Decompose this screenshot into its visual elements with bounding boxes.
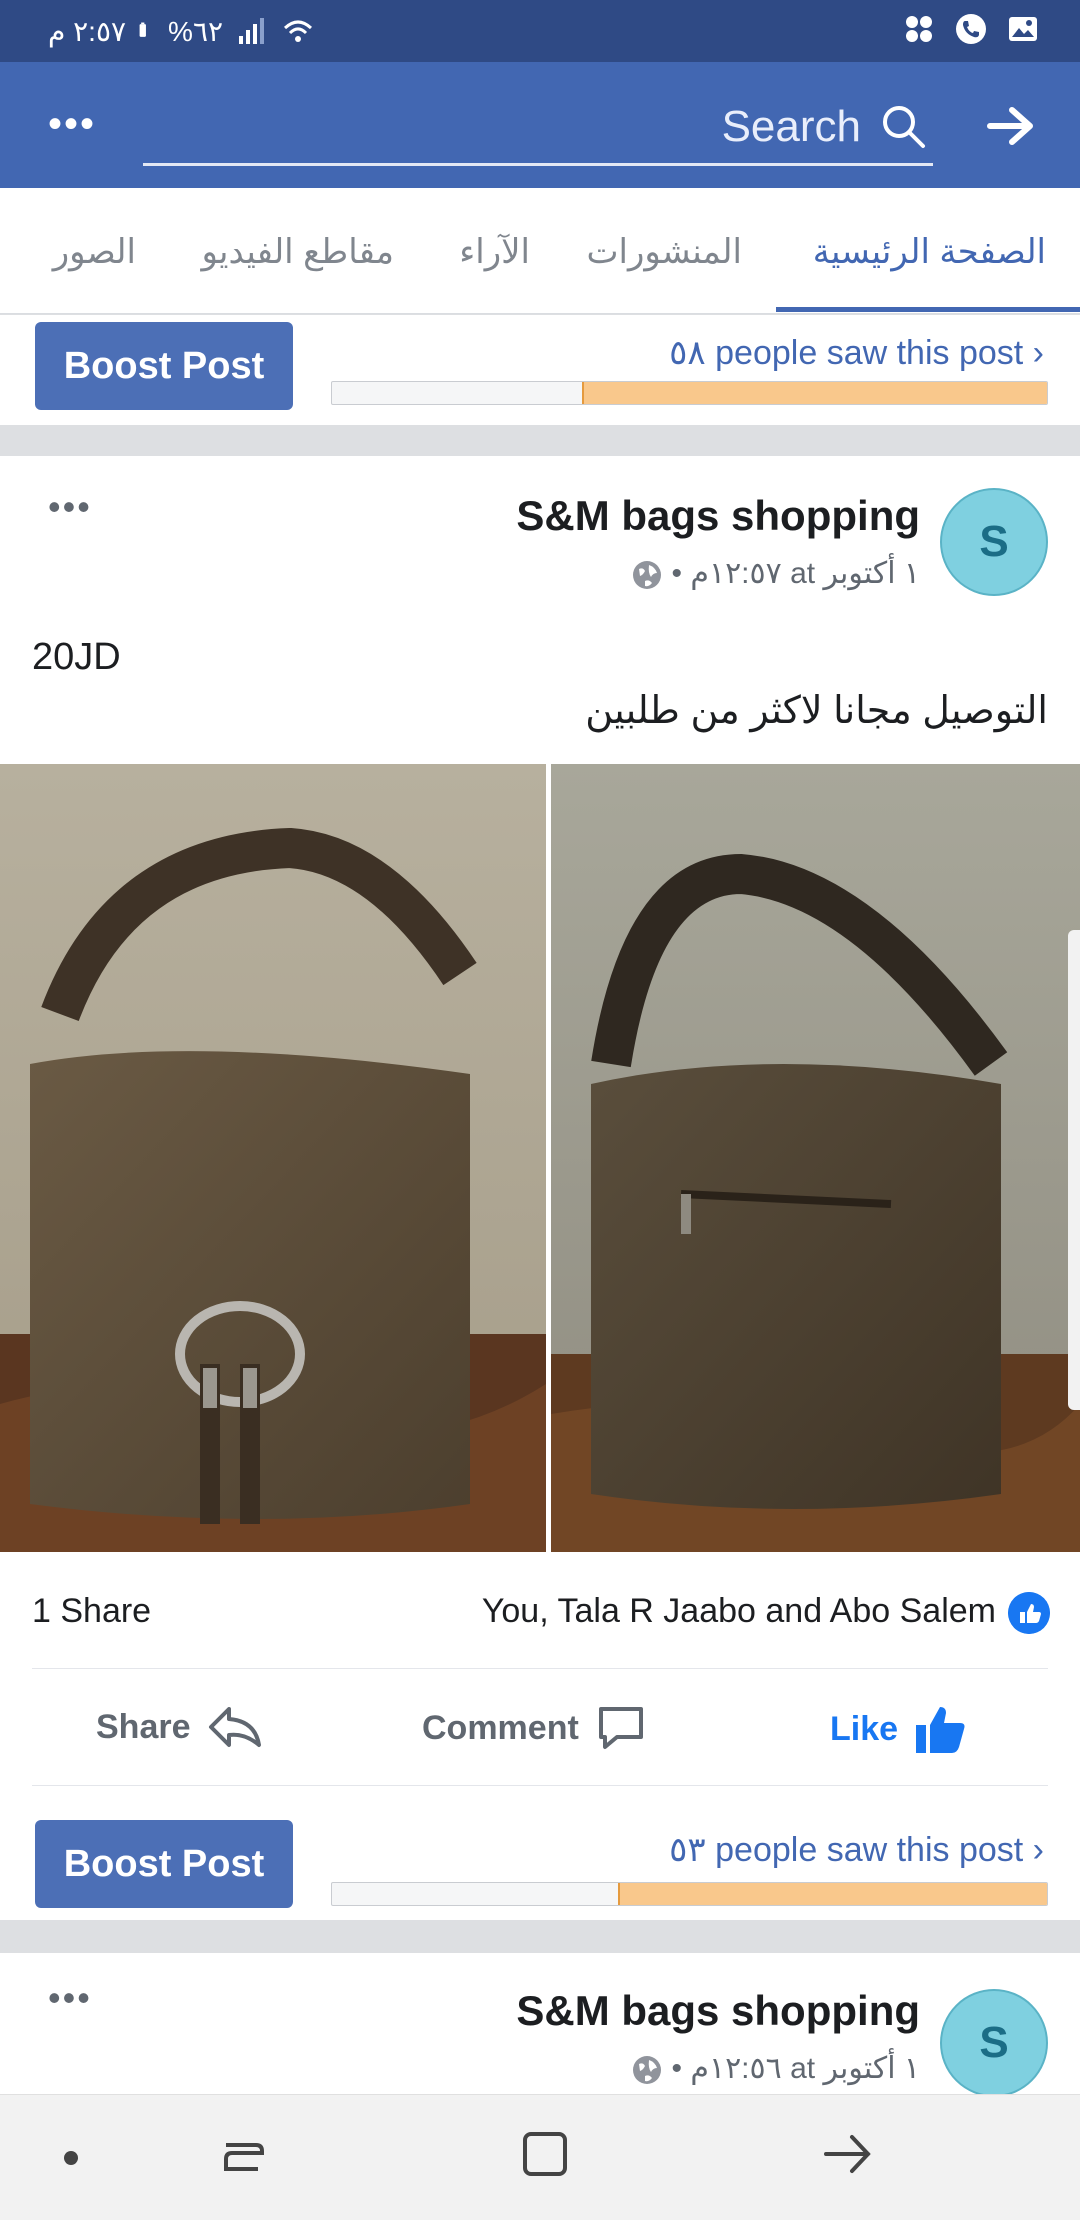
reach-progress-fill xyxy=(618,1883,1047,1905)
active-tab-indicator xyxy=(776,307,1080,312)
post-photos[interactable] xyxy=(0,764,1080,1552)
tab-videos[interactable]: مقاطع الفيديو xyxy=(201,232,394,272)
search-placeholder: Search xyxy=(721,102,861,151)
tab-posts[interactable]: المنشورات xyxy=(587,232,743,272)
status-left: ٢:٥٧ م %٦٢ xyxy=(48,14,315,48)
bag-photo-back[interactable] xyxy=(551,764,1080,1552)
post-text: التوصيل مجانا لاكثر من طلبين xyxy=(585,690,1048,732)
boost-bar-top: Boost Post ٥٨ people saw this post › xyxy=(0,315,1080,425)
apps-icon xyxy=(906,16,932,42)
boost-bar-bottom: Boost Post ٥٣ people saw this post › xyxy=(0,1790,1080,1920)
globe-icon xyxy=(633,2056,662,2085)
wifi-4g-icon xyxy=(283,20,313,42)
likes-summary[interactable]: You, Tala R Jaabo and Abo Salem xyxy=(482,1592,996,1631)
bag-photo-front[interactable] xyxy=(0,764,546,1552)
reach-progress-bar xyxy=(331,1882,1048,1906)
battery-icon xyxy=(139,22,146,37)
share-label: Share xyxy=(96,1707,191,1746)
globe-icon xyxy=(633,561,662,590)
share-button[interactable]: Share xyxy=(96,1703,263,1751)
post-options-button[interactable]: ••• xyxy=(48,486,92,528)
like-button[interactable]: Like xyxy=(830,1703,968,1755)
post-stats: 1 Share You, Tala R Jaabo and Abo Salem xyxy=(0,1552,1080,1668)
reach-progress-fill xyxy=(582,382,1047,404)
tab-reviews[interactable]: الآراء xyxy=(459,232,530,272)
like-label: Like xyxy=(830,1709,899,1748)
search-icon[interactable] xyxy=(877,100,929,152)
post-page-name[interactable]: S&M bags shopping xyxy=(516,492,920,540)
thumbs-up-icon xyxy=(916,1707,965,1753)
signal-icon xyxy=(239,18,265,44)
status-time: ٢:٥٧ م xyxy=(48,15,127,47)
app-header: ••• Search xyxy=(0,62,1080,188)
post-meta: ١ أكتوبر at ١٢:٥٦م • xyxy=(631,2051,920,2086)
reach-progress-bar xyxy=(331,381,1048,405)
nav-dot-icon[interactable] xyxy=(62,2149,80,2167)
system-nav-bar xyxy=(0,2094,1080,2220)
post-timestamp: ١ أكتوبر at ١٢:٥٧م • xyxy=(671,557,920,590)
boost-post-button[interactable]: Boost Post xyxy=(35,1820,293,1908)
post-timestamp: ١ أكتوبر at ١٢:٥٦م • xyxy=(671,2052,920,2085)
reach-label[interactable]: ٥٣ people saw this post › xyxy=(669,1830,1044,1870)
post-price: 20JD xyxy=(32,636,121,678)
comment-label: Comment xyxy=(422,1708,579,1747)
page-tabs: الصفحة الرئيسية المنشورات الآراء مقاطع ا… xyxy=(0,188,1080,314)
header-more-button[interactable]: ••• xyxy=(48,104,96,144)
boost-post-button[interactable]: Boost Post xyxy=(35,322,293,410)
comment-icon xyxy=(598,1707,643,1749)
tab-home[interactable]: الصفحة الرئيسية xyxy=(813,232,1046,272)
next-post-card: ••• S&M bags shopping ١ أكتوبر at ١٢:٥٦م… xyxy=(0,1953,1080,2097)
status-battery: %٦٢ xyxy=(168,15,224,47)
tab-photos[interactable]: الصور xyxy=(53,232,136,272)
status-bar: ٢:٥٧ م %٦٢ xyxy=(0,0,1080,62)
like-reaction-icon xyxy=(1008,1592,1050,1634)
search-input[interactable]: Search xyxy=(143,94,933,166)
post-meta: ١ أكتوبر at ١٢:٥٧م • xyxy=(631,556,920,591)
post-actions: Share Comment Like xyxy=(32,1668,1048,1786)
home-icon[interactable] xyxy=(520,2129,570,2179)
status-right xyxy=(902,12,1040,46)
comment-button[interactable]: Comment xyxy=(422,1703,647,1753)
recent-apps-icon[interactable] xyxy=(218,2129,270,2185)
gallery-icon xyxy=(1009,17,1037,41)
forward-arrow-icon[interactable] xyxy=(986,106,1036,146)
back-icon[interactable] xyxy=(820,2129,876,2179)
share-count[interactable]: 1 Share xyxy=(32,1592,151,1631)
post-page-name[interactable]: S&M bags shopping xyxy=(516,1987,920,2035)
post-options-button[interactable]: ••• xyxy=(48,1977,92,2019)
page-avatar[interactable]: S xyxy=(940,1989,1048,2097)
scroll-thumb[interactable] xyxy=(1068,930,1080,1410)
phone-icon xyxy=(956,14,986,44)
page-avatar[interactable]: S xyxy=(940,488,1048,596)
share-icon xyxy=(208,1707,261,1747)
reach-label[interactable]: ٥٨ people saw this post › xyxy=(669,333,1044,373)
